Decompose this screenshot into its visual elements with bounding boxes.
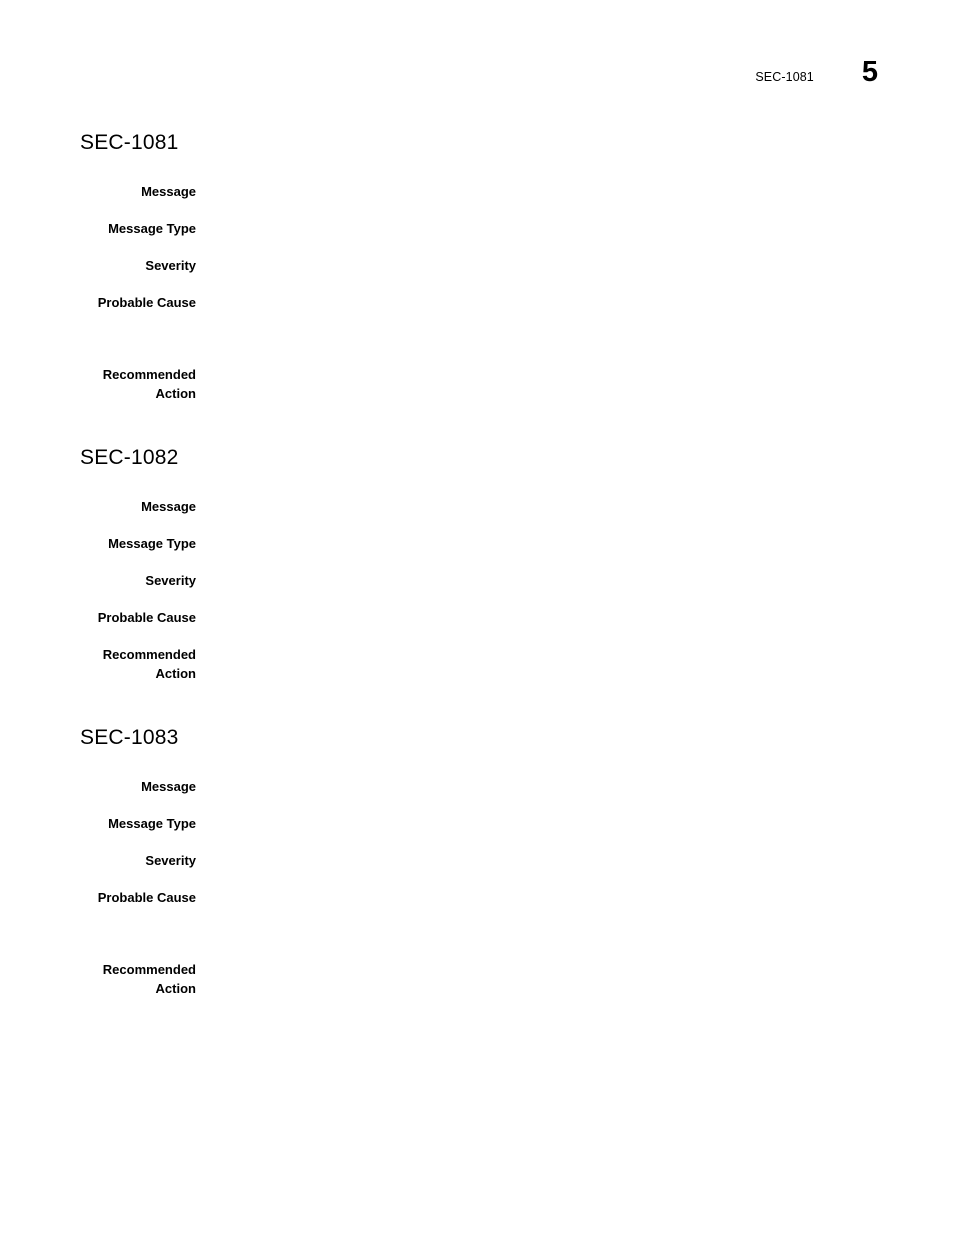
field-label: Recommended Action xyxy=(102,962,196,997)
section-heading: SEC-1081 xyxy=(80,131,179,154)
field-label: Message Type xyxy=(108,816,196,832)
field-row: Recommended Action xyxy=(80,960,880,998)
field-label: Message xyxy=(141,499,196,515)
section-heading: SEC-1083 xyxy=(80,726,179,750)
field-row: Probable Cause xyxy=(80,888,880,907)
field-row: Message xyxy=(80,497,880,516)
field-value xyxy=(196,497,880,516)
page-number: 5 xyxy=(861,56,878,88)
field-label: Message Type xyxy=(108,536,196,552)
field-list: Message Message Type Severity Probable Caus… xyxy=(80,497,880,683)
field-label: Recommended Action xyxy=(102,367,196,402)
field-value xyxy=(196,608,880,627)
field-label: Severity xyxy=(145,573,196,589)
field-value xyxy=(196,534,880,553)
field-label: Severity xyxy=(145,853,196,869)
field-label: Message Type xyxy=(108,221,196,237)
field-value xyxy=(196,645,880,664)
field-row: Message Type xyxy=(80,219,880,238)
field-list: Message Message Type Severity Probable Caus… xyxy=(80,182,880,403)
message-section: SEC-1083 Message Message Type Severity Proba… xyxy=(80,726,880,998)
field-label: Probable Cause xyxy=(97,890,196,906)
field-row: Severity xyxy=(80,256,880,275)
field-value xyxy=(196,256,880,275)
document-page: SEC-1081 5 SEC-1081 Message Message Type Se… xyxy=(0,0,954,1235)
field-row: Recommended Action xyxy=(80,645,880,683)
header-running-title: SEC-1081 xyxy=(755,70,814,84)
field-label: Message xyxy=(141,779,196,795)
field-row: Message Type xyxy=(80,814,880,833)
field-row: Message Type xyxy=(80,534,880,553)
page-content: SEC-1081 Message Message Type Severity Proba… xyxy=(80,131,880,998)
field-row: Recommended Action xyxy=(80,365,880,403)
field-row: Severity xyxy=(80,851,880,870)
message-section: SEC-1081 Message Message Type Severity Proba… xyxy=(80,131,880,403)
page-header: SEC-1081 5 xyxy=(755,58,878,87)
field-value xyxy=(196,888,880,907)
section-heading: SEC-1082 xyxy=(80,446,179,470)
field-row: Probable Cause xyxy=(80,608,880,627)
field-row: Message xyxy=(80,777,880,796)
field-value xyxy=(196,219,880,238)
field-value xyxy=(196,365,880,384)
field-value xyxy=(196,777,880,796)
field-value xyxy=(196,571,880,590)
field-label: Message xyxy=(141,184,196,200)
field-row: Severity xyxy=(80,571,880,590)
field-row: Probable Cause xyxy=(80,293,880,312)
field-row: Message xyxy=(80,182,880,201)
message-section: SEC-1082 Message Message Type Severity Proba… xyxy=(80,446,880,683)
field-value xyxy=(196,182,880,201)
field-value xyxy=(196,960,880,979)
field-value xyxy=(196,293,880,312)
field-label: Recommended Action xyxy=(102,647,196,682)
field-label: Severity xyxy=(145,258,196,274)
field-value xyxy=(196,814,880,833)
field-list: Message Message Type Severity Probable Caus… xyxy=(80,777,880,998)
field-label: Probable Cause xyxy=(97,295,196,311)
field-label: Probable Cause xyxy=(97,610,196,626)
field-value xyxy=(196,851,880,870)
